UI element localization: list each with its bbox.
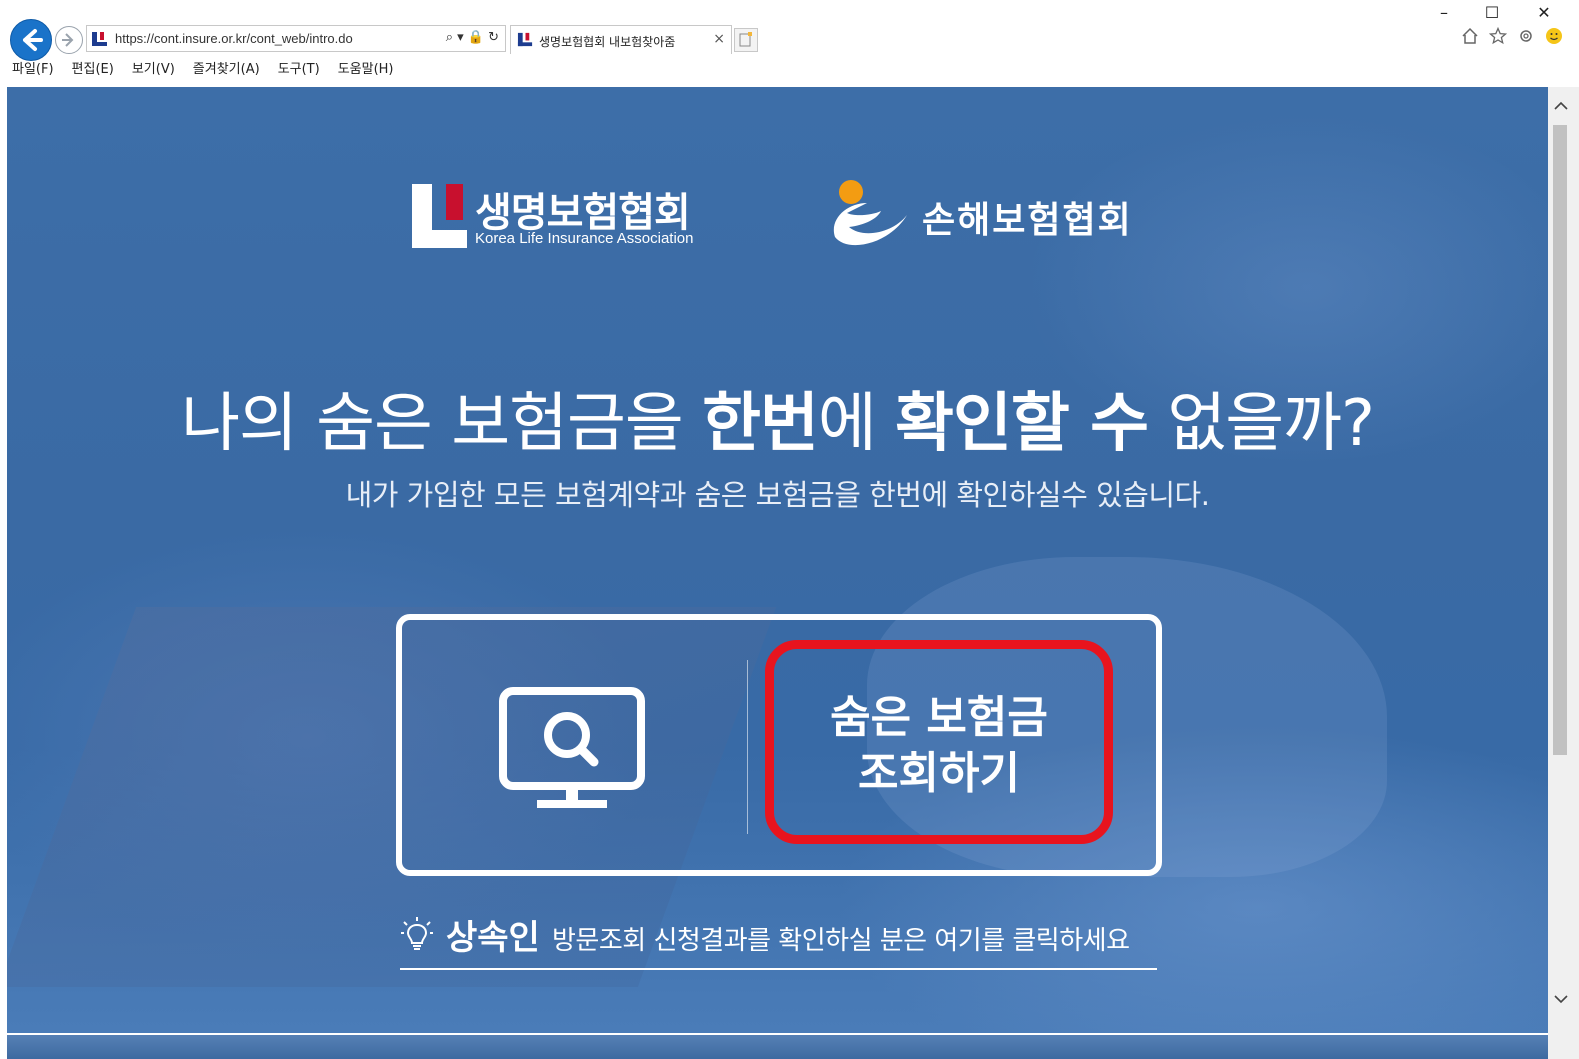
page-content: 생명보험협회 Korea Life Insurance Association … [7,87,1548,1033]
forward-button[interactable] [55,26,83,54]
headline-bold1: 한번 [702,387,819,461]
close-window-button[interactable]: ✕ [1524,2,1564,24]
home-icon[interactable] [1461,27,1479,45]
menu-help[interactable]: 도움말(H) [338,58,394,77]
scroll-up-arrow-icon[interactable] [1554,99,1568,115]
headline-part2: 에 [817,387,896,461]
life-insurance-association-logo[interactable]: 생명보험협회 Korea Life Insurance Association [412,184,732,252]
nonlife-insurance-association-logo[interactable]: 손해보험협회 [827,175,1157,255]
menu-file[interactable]: 파일(F) [12,58,54,77]
heir-label-text: 방문조회 신청결과를 확인하실 분은 여기를 클릭하세요 [552,926,1130,956]
minimize-button[interactable]: – [1424,2,1464,24]
browser-chrome: – ☐ ✕ https://cont.insure.or.kr/cont_web… [0,0,1579,87]
scrollbar-thumb[interactable] [1553,125,1567,755]
favorites-star-icon[interactable] [1488,26,1508,45]
back-button[interactable] [10,19,52,61]
site-favicon-icon [92,32,107,46]
monitor-search-icon [499,687,645,808]
headline-part1: 나의 숨은 보험금을 [181,387,703,461]
toolbar-right-icons [1461,26,1563,45]
page-subheadline: 내가 가입한 모든 보험계약과 숨은 보험금을 한번에 확인하실수 있습니다. [345,478,1210,512]
hidden-insurance-search-button[interactable]: 숨은 보험금 조회하기 [782,690,1096,802]
menu-favorites[interactable]: 즐겨찾기(A) [193,58,260,77]
heir-label-bold: 상속인 [446,918,540,958]
heir-result-link[interactable]: 상속인 방문조회 신청결과를 확인하실 분은 여기를 클릭하세요 [400,910,1157,970]
menu-view[interactable]: 보기(V) [132,58,175,77]
feedback-smiley-icon[interactable] [1545,27,1563,45]
vertical-scrollbar[interactable] [1548,87,1579,1059]
settings-gear-icon[interactable] [1517,27,1535,45]
browser-tab-active[interactable]: 생명보험협회 내보험찾아줌 × [510,25,732,54]
nonlife-association-name-ko: 손해보험협회 [922,200,1133,241]
search-button-line2: 조회하기 [858,748,1020,799]
page-bottom-strip [7,1035,1548,1059]
panel-divider [747,660,748,834]
headline-bold2: 확인할 수 [895,387,1149,461]
maximize-button[interactable]: ☐ [1472,2,1512,24]
life-association-mark-icon [412,184,467,248]
new-tab-button[interactable] [734,28,758,52]
menu-bar: 파일(F) 편집(E) 보기(V) 즐겨찾기(A) 도구(T) 도움말(H) [12,58,394,77]
tab-close-icon[interactable]: × [713,31,725,47]
search-button-line1: 숨은 보험금 [830,692,1048,743]
lightbulb-icon [401,917,433,950]
page-headline: 나의 숨은 보험금을 한번에 확인할 수 없을까? [7,372,1548,464]
back-arrow-icon [23,29,43,51]
nonlife-association-mark-icon [833,180,907,246]
menu-edit[interactable]: 편집(E) [72,58,114,77]
url-text[interactable]: https://cont.insure.or.kr/cont_web/intro… [115,31,353,46]
tab-title: 생명보험협회 내보험찾아줌 [539,35,676,49]
hidden-insurance-search-panel[interactable]: 숨은 보험금 조회하기 [396,614,1162,876]
address-bar[interactable]: https://cont.insure.or.kr/cont_web/intro… [86,25,506,52]
headline-part3: 없을까? [1147,387,1375,461]
address-tools-icons[interactable]: ⌕ ▾ 🔒 ↻ [446,30,499,45]
life-association-name-en: Korea Life Insurance Association [475,230,694,247]
new-tab-icon [739,32,752,47]
forward-arrow-icon [62,33,74,47]
tab-favicon-icon [517,32,533,47]
menu-tools[interactable]: 도구(T) [278,58,320,77]
scroll-down-arrow-icon[interactable] [1554,992,1568,1008]
